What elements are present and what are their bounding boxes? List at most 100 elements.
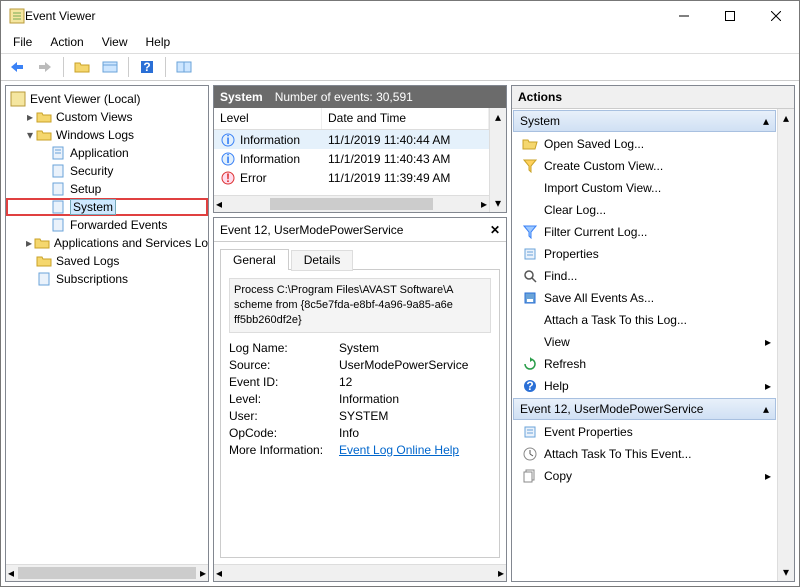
cell-datetime: 11/1/2019 11:39:49 AM <box>322 171 489 185</box>
tree-custom-views[interactable]: ▸ Custom Views <box>6 108 208 126</box>
tool-folder-icon[interactable] <box>70 56 94 78</box>
tab-general[interactable]: General <box>220 249 289 270</box>
scroll-up-icon[interactable]: ▴ <box>783 111 789 125</box>
scroll-right-icon[interactable]: ▸ <box>481 197 487 211</box>
action-item[interactable]: Attach a Task To this Log... <box>512 309 777 331</box>
collapse-icon[interactable]: ▴ <box>763 114 769 128</box>
action-label: Refresh <box>544 357 586 371</box>
actions-section-system[interactable]: System ▴ <box>513 110 776 132</box>
log-icon <box>50 145 66 161</box>
submenu-icon: ▸ <box>765 379 771 393</box>
tab-details[interactable]: Details <box>291 250 354 271</box>
tree-saved-logs[interactable]: Saved Logs <box>6 252 208 270</box>
navigation-tree[interactable]: Event Viewer (Local) ▸ Custom Views ▾ Wi… <box>6 86 208 564</box>
eventlist-hscrollbar[interactable]: ◂▸ <box>214 195 489 212</box>
collapse-icon[interactable]: ▴ <box>763 402 769 416</box>
close-detail-button[interactable]: ✕ <box>490 223 500 237</box>
actions-body: System ▴ Open Saved Log... Create Custom V… <box>512 109 777 581</box>
tree-subscriptions[interactable]: Subscriptions <box>6 270 208 288</box>
tree-applications-services[interactable]: ▸ Applications and Services Lo <box>6 234 208 252</box>
column-datetime[interactable]: Date and Time <box>322 108 489 129</box>
tool-help-icon[interactable]: ? <box>135 56 159 78</box>
menu-action[interactable]: Action <box>42 33 91 51</box>
tree-hscrollbar[interactable]: ◂▸ <box>6 564 208 581</box>
scroll-left-icon[interactable]: ◂ <box>216 566 222 580</box>
action-item[interactable]: Filter Current Log... <box>512 221 777 243</box>
action-item[interactable]: ? Help ▸ <box>512 375 777 397</box>
action-item[interactable]: Copy▸ <box>512 465 777 487</box>
expander-icon[interactable]: ▸ <box>24 111 36 123</box>
scroll-right-icon[interactable]: ▸ <box>200 566 206 580</box>
action-label: Help <box>544 379 569 393</box>
action-item[interactable]: Open Saved Log... <box>512 133 777 155</box>
window-title: Event Viewer <box>25 9 661 23</box>
tree-windows-logs[interactable]: ▾ Windows Logs <box>6 126 208 144</box>
action-item[interactable]: Clear Log... <box>512 199 777 221</box>
cell-level: Information <box>240 152 300 166</box>
folder-icon <box>34 235 50 251</box>
action-item[interactable]: Attach Task To This Event... <box>512 443 777 465</box>
tree-security[interactable]: Security <box>6 162 208 180</box>
tree-system[interactable]: System <box>6 198 208 216</box>
props-icon <box>522 246 538 262</box>
scroll-left-icon[interactable]: ◂ <box>216 197 222 211</box>
scroll-right-icon[interactable]: ▸ <box>498 566 504 580</box>
field-moreinfo: More Information:Event Log Online Help <box>229 443 491 457</box>
online-help-link[interactable]: Event Log Online Help <box>339 443 459 457</box>
tree-forwarded-events[interactable]: Forwarded Events <box>6 216 208 234</box>
minimize-button[interactable] <box>661 1 707 31</box>
tree-root[interactable]: Event Viewer (Local) <box>6 90 208 108</box>
scroll-down-icon[interactable]: ▾ <box>783 565 789 579</box>
event-row[interactable]: iInformation 11/1/2019 11:40:43 AM <box>214 149 489 168</box>
action-item[interactable]: Find... <box>512 265 777 287</box>
refresh-icon <box>522 356 538 372</box>
forward-button[interactable] <box>33 56 57 78</box>
expander-blank <box>24 273 36 285</box>
expander-icon[interactable]: ▾ <box>24 129 36 141</box>
blank-icon <box>522 202 538 218</box>
toolbar-divider <box>128 57 129 77</box>
action-item[interactable]: Save All Events As... <box>512 287 777 309</box>
action-item[interactable]: View▸ <box>512 331 777 353</box>
tree-item-label: Security <box>70 164 113 178</box>
menu-help[interactable]: Help <box>138 33 179 51</box>
actions-section-event[interactable]: Event 12, UserModePowerService▴ <box>513 398 776 420</box>
action-label: Save All Events As... <box>544 291 654 305</box>
expander-icon[interactable]: ▸ <box>24 237 34 249</box>
actions-section-label: System <box>520 114 560 128</box>
scroll-down-icon[interactable]: ▾ <box>495 196 501 210</box>
action-label: Clear Log... <box>544 203 606 217</box>
action-item[interactable]: Create Custom View... <box>512 155 777 177</box>
actions-vscrollbar[interactable]: ▴▾ <box>777 109 794 581</box>
tool-pane-icon[interactable] <box>98 56 122 78</box>
event-row[interactable]: iInformation 11/1/2019 11:40:44 AM <box>214 130 489 149</box>
action-label: View <box>544 335 570 349</box>
action-item[interactable]: Import Custom View... <box>512 177 777 199</box>
tool-pane2-icon[interactable] <box>172 56 196 78</box>
action-item[interactable]: Properties <box>512 243 777 265</box>
svg-text:!: ! <box>226 171 230 185</box>
eventlist-vscrollbar[interactable]: ▴▾ <box>489 108 506 212</box>
detail-hscrollbar[interactable]: ◂▸ <box>214 564 506 581</box>
tree-application[interactable]: Application <box>6 144 208 162</box>
center-panel: System Number of events: 30,591 Level Da… <box>213 85 507 582</box>
svg-text:i: i <box>226 133 229 147</box>
event-list-body[interactable]: iInformation 11/1/2019 11:40:44 AM iInfo… <box>214 130 489 195</box>
scroll-up-icon[interactable]: ▴ <box>495 110 501 124</box>
scroll-thumb[interactable] <box>18 567 196 579</box>
scroll-thumb[interactable] <box>270 198 433 210</box>
close-button[interactable] <box>753 1 799 31</box>
column-level[interactable]: Level <box>214 108 322 129</box>
help-icon: ? <box>522 378 538 394</box>
tree-setup[interactable]: Setup <box>6 180 208 198</box>
menu-file[interactable]: File <box>5 33 40 51</box>
maximize-button[interactable] <box>707 1 753 31</box>
event-row[interactable]: !Error 11/1/2019 11:39:49 AM <box>214 168 489 187</box>
back-button[interactable] <box>5 56 29 78</box>
action-label: Open Saved Log... <box>544 137 644 151</box>
menu-view[interactable]: View <box>94 33 136 51</box>
action-item[interactable]: Event Properties <box>512 421 777 443</box>
field-label: Log Name: <box>229 341 339 355</box>
action-item[interactable]: Refresh <box>512 353 777 375</box>
scroll-left-icon[interactable]: ◂ <box>8 566 14 580</box>
